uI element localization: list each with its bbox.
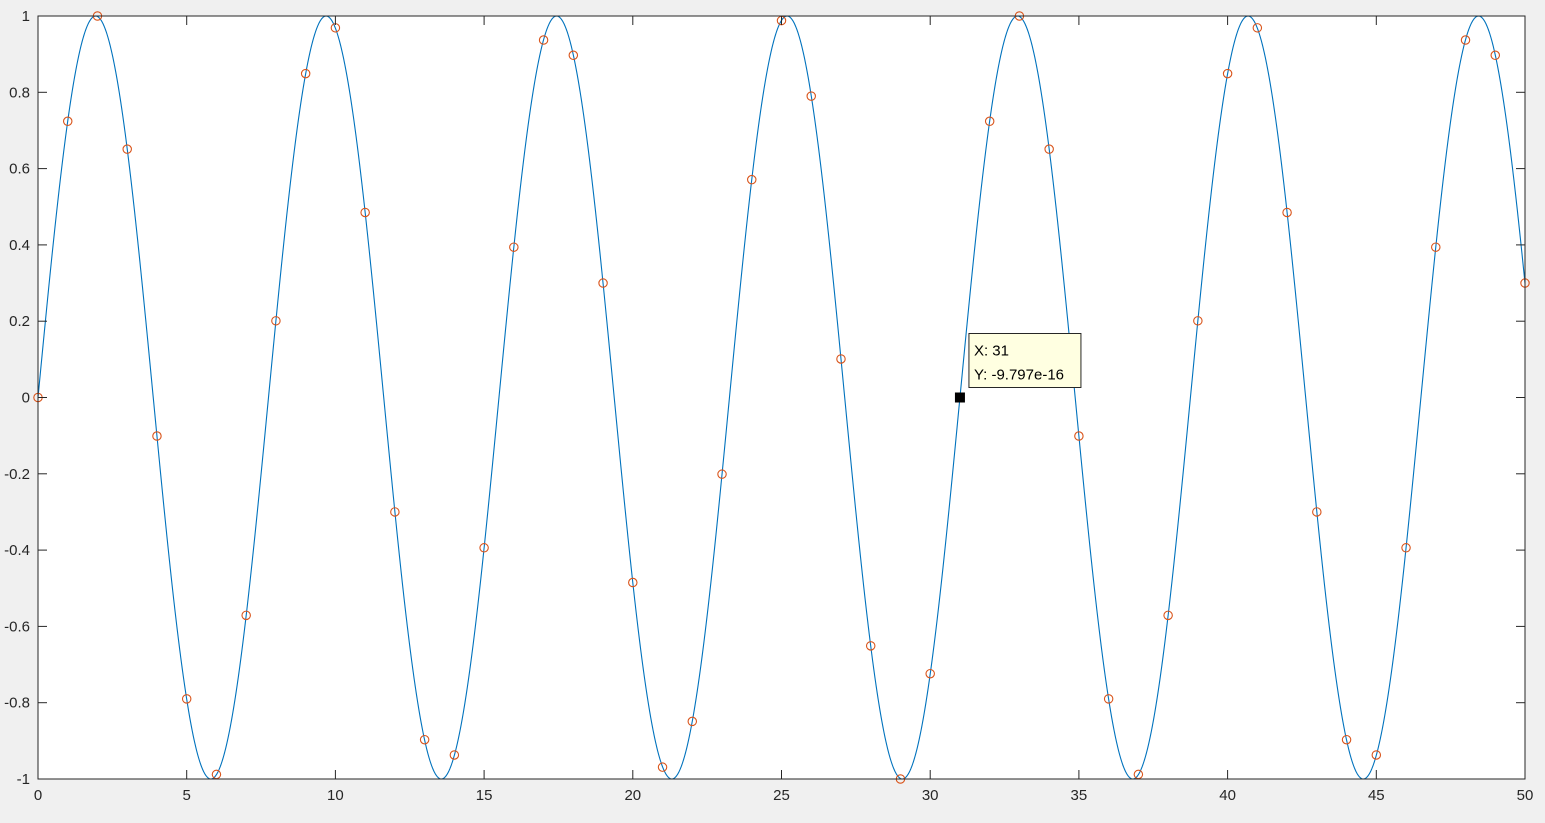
- x-tick-label: 0: [34, 787, 42, 804]
- y-tick-label: -0.2: [4, 466, 30, 483]
- y-tick-label: 0.2: [9, 313, 30, 330]
- y-tick-label: 0.6: [9, 161, 30, 178]
- y-tick-label: -0.8: [4, 695, 30, 712]
- y-tick-label: 1: [22, 8, 30, 25]
- x-tick-label: 40: [1219, 787, 1236, 804]
- x-tick-label: 5: [183, 787, 191, 804]
- x-tick-label: 10: [327, 787, 344, 804]
- y-tick-label: -0.6: [4, 618, 30, 635]
- datatip-x-label: X: 31: [974, 343, 1009, 360]
- y-tick-label: -1: [17, 771, 30, 788]
- x-tick-label: 35: [1071, 787, 1088, 804]
- x-tick-label: 15: [476, 787, 493, 804]
- x-tick-label: 30: [922, 787, 939, 804]
- y-tick-label: 0.8: [9, 84, 30, 101]
- x-tick-label: 50: [1517, 787, 1534, 804]
- datatip-marker[interactable]: [954, 392, 965, 403]
- figure-canvas: 0 5 10 15 20 25 30 35 40 45 50 1 0.8 0.6 0.4 0.2 0 -0.2 -0…: [4, 8, 1534, 804]
- x-tick-label: 25: [773, 787, 790, 804]
- x-tick-label: 45: [1368, 787, 1385, 804]
- y-tick-label: 0: [22, 390, 30, 407]
- y-tick-label: -0.4: [4, 542, 30, 559]
- datatip-y-label: Y: -9.797e-16: [974, 367, 1064, 384]
- plot-area: [38, 16, 1525, 779]
- y-tick-label: 0.4: [9, 237, 30, 254]
- x-tick-label: 20: [624, 787, 641, 804]
